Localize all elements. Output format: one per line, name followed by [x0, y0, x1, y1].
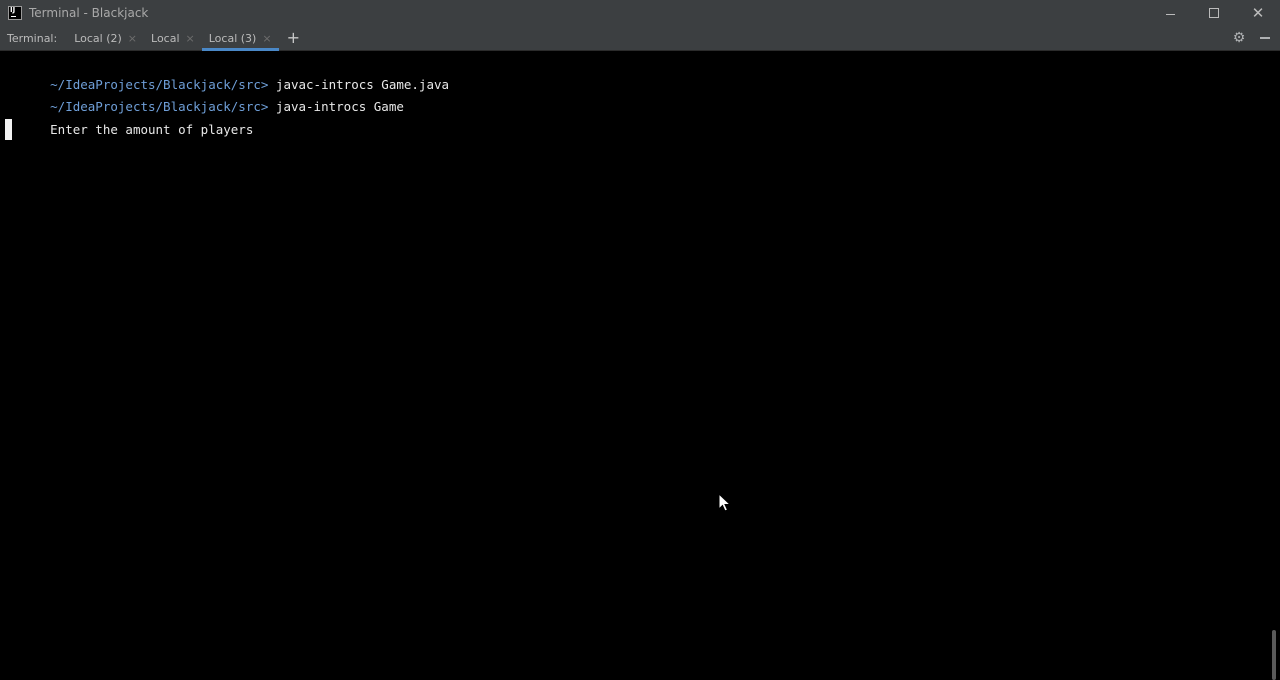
terminal-line: Enter the amount of players: [5, 97, 253, 137]
close-button[interactable]: ✕: [1236, 0, 1280, 26]
intellij-logo-icon: IJ: [8, 6, 22, 20]
maximize-icon: [1209, 8, 1219, 18]
text-cursor: [5, 119, 12, 140]
tab-label: Local (3): [208, 31, 257, 45]
tab-local-2[interactable]: Local (2) ×: [67, 26, 144, 51]
gear-icon[interactable]: ⚙: [1232, 31, 1246, 45]
scrollbar-thumb[interactable]: [1272, 630, 1276, 680]
tab-close-icon[interactable]: ×: [186, 32, 195, 45]
output-text: Enter the amount of players: [50, 122, 254, 137]
minus-icon[interactable]: [1258, 31, 1272, 45]
mouse-pointer-icon: [718, 493, 732, 512]
close-icon: ✕: [1251, 4, 1265, 22]
tab-local-3[interactable]: Local (3) ×: [201, 25, 279, 51]
terminal-tabs-label: Terminal:: [7, 31, 58, 45]
tab-close-icon[interactable]: ×: [128, 32, 137, 45]
maximize-button[interactable]: [1192, 0, 1236, 26]
window-title: Terminal - Blackjack: [29, 6, 149, 20]
terminal-line: ~/IdeaProjects/Blackjack/src> java-intro…: [5, 74, 404, 114]
tab-close-icon[interactable]: ×: [262, 32, 271, 45]
minimize-icon: [1165, 13, 1175, 15]
ide-terminal-window: IJ Terminal - Blackjack ✕ Terminal: Loca…: [0, 0, 1280, 680]
minimize-button[interactable]: [1148, 0, 1192, 26]
command-text: java-introcs Game: [268, 99, 404, 114]
terminal-output[interactable]: ~/IdeaProjects/Blackjack/src> javac-intr…: [0, 51, 1280, 680]
tab-label: Local (2): [74, 31, 122, 45]
tab-local[interactable]: Local ×: [144, 26, 202, 51]
terminal-tab-bar: Terminal: Local (2) × Local × Local (3) …: [0, 25, 1280, 51]
title-bar[interactable]: IJ Terminal - Blackjack ✕: [0, 0, 1280, 26]
new-tab-plus-icon[interactable]: +: [287, 30, 300, 46]
tab-label: Local: [151, 31, 180, 45]
terminal-line: ~/IdeaProjects/Blackjack/src> javac-intr…: [5, 52, 449, 92]
window-controls: ✕: [1148, 0, 1280, 26]
tabbar-actions: ⚙: [1232, 26, 1280, 50]
